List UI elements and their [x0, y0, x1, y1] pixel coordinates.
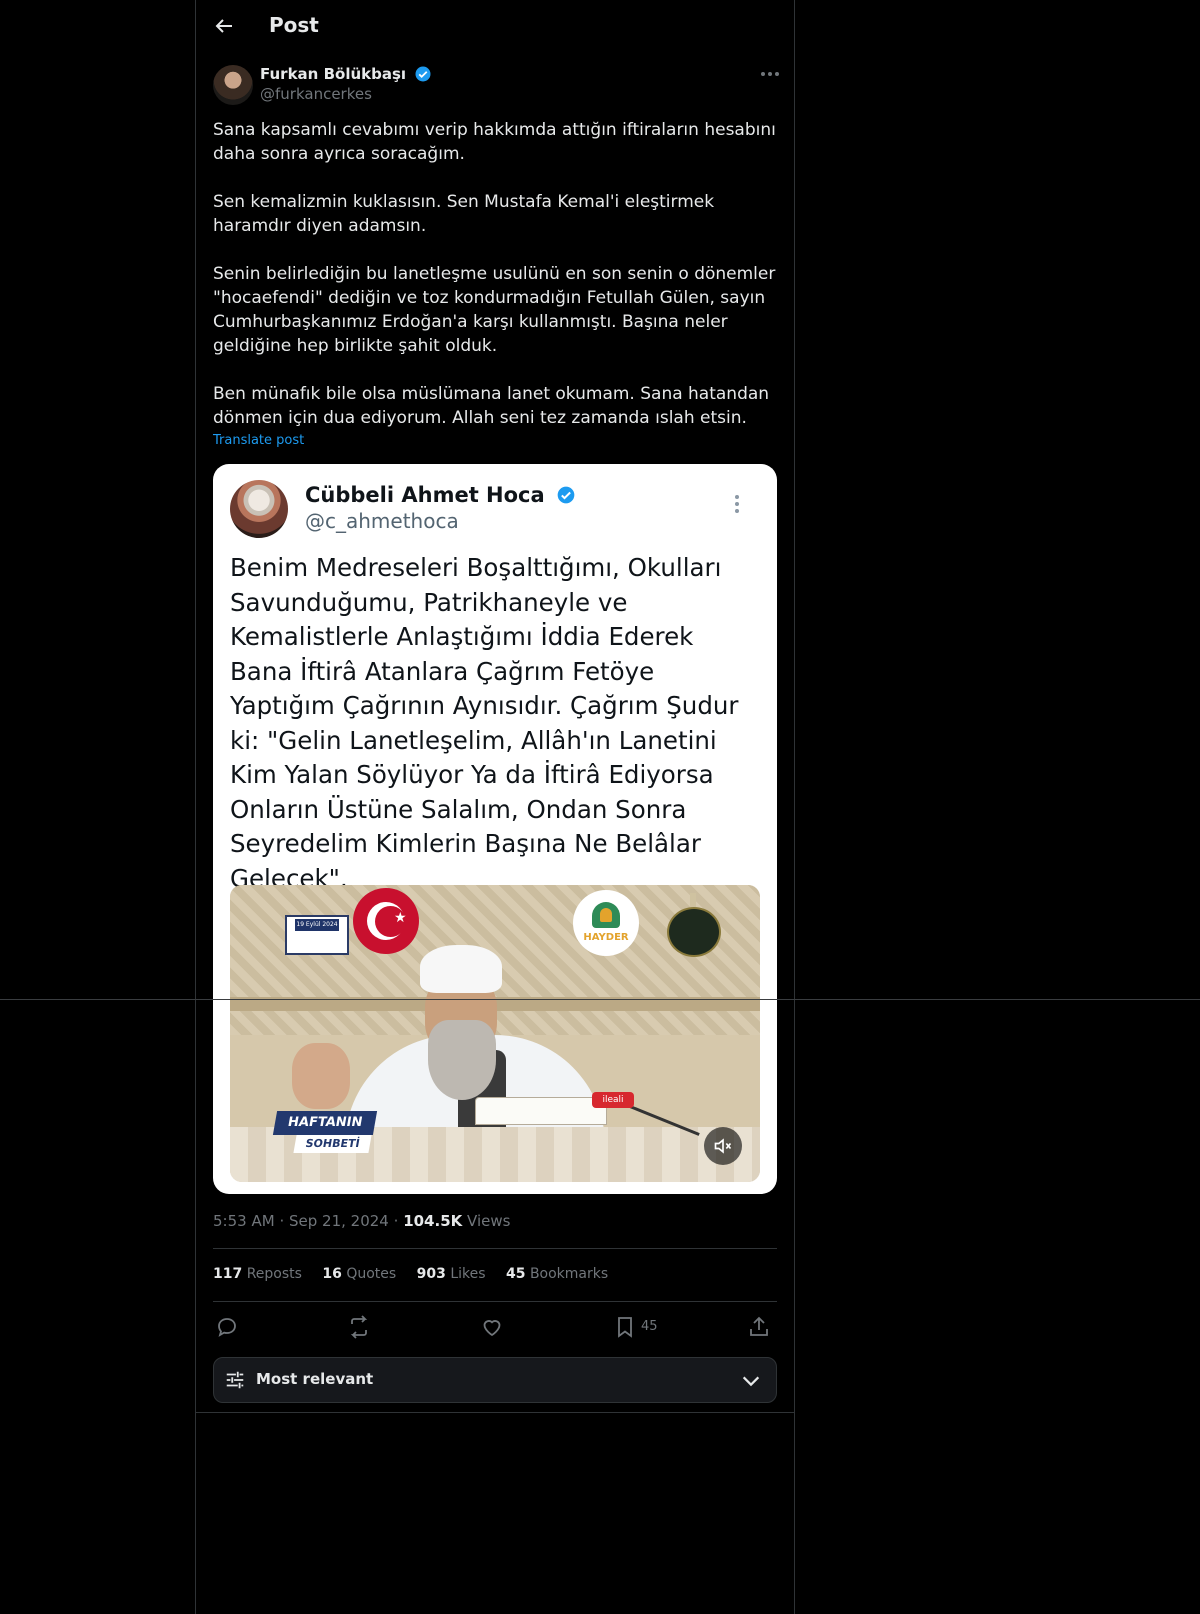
stat-count: 117 [213, 1266, 243, 1282]
post-time[interactable]: 5:53 AM [213, 1212, 275, 1230]
quoted-author-name-text: Cübbeli Ahmet Hoca [305, 483, 545, 507]
views-count: 104.5K [403, 1212, 463, 1230]
emblem-logo [667, 907, 721, 957]
verified-badge-icon [556, 485, 576, 505]
sort-label: Most relevant [256, 1370, 374, 1388]
divider [213, 1301, 777, 1302]
translate-link[interactable]: Translate post [213, 433, 304, 448]
quoted-author-name: Cübbeli Ahmet Hoca [305, 482, 576, 507]
hayder-logo: HAYDER [573, 890, 639, 956]
action-bar: 45 [213, 1315, 777, 1339]
reply-icon[interactable] [215, 1315, 239, 1339]
post-meta: 5:53 AM · Sep 21, 2024 · 104.5K Views [213, 1212, 510, 1230]
banner-top: HAFTANIN [272, 1111, 378, 1135]
chevron-down-icon [740, 1370, 762, 1396]
post-paragraph: Sana kapsamlı cevabımı verip hakkımda at… [213, 120, 776, 164]
share-icon[interactable] [747, 1315, 771, 1339]
date-board: 19 Eylül 2024 [285, 915, 349, 955]
more-options-icon[interactable] [758, 62, 782, 86]
bookmarks-stat[interactable]: 45 Bookmarks [506, 1266, 608, 1282]
stat-label: Bookmarks [529, 1266, 609, 1282]
bookmark-button[interactable]: 45 [613, 1315, 673, 1339]
mute-icon [714, 1138, 732, 1154]
avatar[interactable] [213, 65, 253, 105]
turkish-flag-icon: ★ [353, 888, 419, 954]
post-column: Post Furkan Bölükbaşı @furkancerkes Sana… [195, 0, 795, 1614]
views-label: Views [467, 1212, 511, 1230]
engagement-stats: 117 Reposts 16 Quotes 903 Likes 45 Bookm… [213, 1266, 624, 1282]
top-bar: Post [196, 0, 794, 53]
author-name[interactable]: Furkan Bölükbaşı [260, 65, 406, 83]
reposts-stat[interactable]: 117 Reposts [213, 1266, 302, 1282]
stat-count: 45 [506, 1266, 526, 1282]
post-text: Sana kapsamlı cevabımı verip hakkımda at… [213, 118, 783, 430]
hayder-logo-dome [600, 908, 612, 922]
likes-stat[interactable]: 903 Likes [417, 1266, 486, 1282]
page-title: Post [269, 13, 319, 37]
reply-sort-dropdown[interactable]: Most relevant [213, 1357, 777, 1403]
back-arrow-icon[interactable] [212, 14, 236, 38]
quoted-author-handle: @c_ahmethoca [305, 509, 459, 533]
divider [196, 1412, 794, 1413]
horizontal-guide-line [0, 999, 1200, 1000]
post-paragraph: Senin belirlediğin bu lanetleşme usulünü… [213, 264, 776, 356]
bookmark-count: 45 [641, 1319, 658, 1334]
stat-label: Quotes [346, 1266, 397, 1282]
vertical-more-icon [733, 492, 741, 516]
quoted-avatar [230, 480, 288, 538]
quotes-stat[interactable]: 16 Quotes [322, 1266, 396, 1282]
quoted-text: Benim Medreseleri Boşalttığımı, Okulları… [230, 553, 739, 893]
microphone-icon: ileali [592, 1092, 634, 1108]
stat-count: 903 [416, 1266, 446, 1282]
video-player[interactable]: 19 Eylül 2024 ★ HAYDER ileali HAFTANIN S… [230, 885, 760, 1182]
bookmark-icon [618, 1317, 632, 1338]
divider [213, 1248, 777, 1249]
speaker-turban [420, 945, 502, 993]
post-paragraph: Ben münafık bile olsa müslümana lanet ok… [213, 384, 770, 428]
hayder-logo-text: HAYDER [583, 932, 629, 943]
quoted-media-card[interactable]: Cübbeli Ahmet Hoca @c_ahmethoca Benim Me… [213, 464, 777, 1194]
meta-separator: · [393, 1212, 399, 1230]
speaker-hand [292, 1043, 350, 1109]
open-book [475, 1097, 607, 1125]
author-info: Furkan Bölükbaşı @furkancerkes [260, 63, 432, 103]
emblem-finial [690, 893, 696, 907]
post-date[interactable]: Sep 21, 2024 [289, 1212, 389, 1230]
stat-count: 16 [322, 1266, 342, 1282]
verified-badge-icon [414, 65, 432, 83]
author-handle[interactable]: @furkancerkes [260, 85, 432, 103]
repost-icon[interactable] [347, 1315, 371, 1339]
filter-sliders-icon [224, 1369, 246, 1395]
post-paragraph: Sen kemalizmin kuklasısın. Sen Mustafa K… [213, 192, 715, 236]
like-icon[interactable] [480, 1315, 504, 1339]
date-badge: 19 Eylül 2024 [295, 919, 339, 931]
stat-label: Likes [450, 1266, 486, 1282]
stat-label: Reposts [246, 1266, 302, 1282]
meta-separator: · [279, 1212, 285, 1230]
mute-button[interactable] [704, 1127, 742, 1165]
speaker-beard [428, 1020, 496, 1100]
banner-bottom: SOHBETİ [293, 1135, 372, 1153]
flag-star-icon: ★ [394, 910, 407, 926]
